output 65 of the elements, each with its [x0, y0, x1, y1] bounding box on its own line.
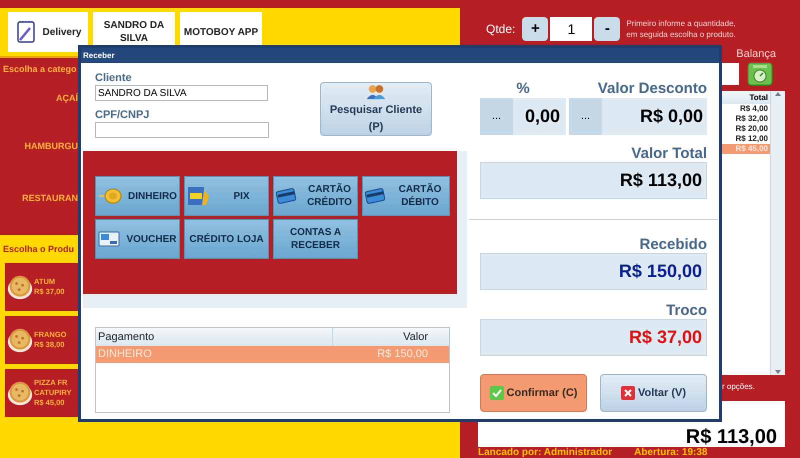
category-button[interactable]: AÇAÍ	[56, 92, 78, 106]
payment-method-button[interactable]: PIX	[184, 176, 269, 216]
tab-button[interactable]: Delivery	[8, 12, 88, 52]
total-field: R$ 113,00	[480, 162, 707, 199]
opening-time-text: Abertura: 19:38	[634, 447, 708, 458]
pizza-icon	[7, 326, 33, 352]
pix-logo-icon	[187, 184, 211, 208]
card-icon	[365, 187, 387, 205]
hint-text: Primeiro informe a quantidade, em seguida escolha o produto.	[626, 18, 736, 40]
client-field[interactable]: SANDRO DA SILVA	[95, 85, 268, 101]
increase-button[interactable]: +	[522, 16, 548, 41]
section-heading: Escolha o Produ	[2, 243, 74, 256]
category-button[interactable]: RESTAURAN	[22, 192, 78, 206]
field-label: Troco	[665, 302, 707, 319]
quantity-field[interactable]: 1	[550, 16, 592, 41]
more-button[interactable]: ...	[569, 98, 602, 135]
section-heading: Escolha a catego	[2, 63, 77, 76]
table-cell[interactable]: R$ 4,00	[722, 104, 770, 114]
payment-method-button[interactable]: CARTÃO CRÉDITO	[273, 176, 358, 216]
table-cell[interactable]: R$ 12,00	[722, 134, 770, 144]
field-label: Recebido	[638, 236, 707, 253]
more-button[interactable]: ...	[480, 98, 513, 135]
scale-icon[interactable]	[747, 62, 773, 86]
card-icon	[276, 187, 298, 205]
notepad-pencil-icon	[14, 20, 37, 44]
payment-method-button[interactable]: CONTAS A RECEBER	[273, 219, 358, 259]
voucher-icon	[98, 230, 120, 248]
table-cell[interactable]: R$ 20,00	[722, 124, 770, 134]
table-cell[interactable]: R$ 32,00	[722, 114, 770, 124]
column-header: Total	[722, 91, 770, 104]
scrollbar[interactable]	[83, 294, 467, 308]
launched-by-text: Lancado por: Administrador	[478, 447, 612, 458]
scrollbar[interactable]	[457, 151, 467, 294]
hint-text: r opções.	[722, 381, 756, 394]
field-label: Cliente	[95, 72, 133, 85]
payment-method-button[interactable]: VOUCHER	[95, 219, 180, 259]
field-label: CPF/CNPJ	[95, 109, 150, 122]
field-label: Valor Total	[630, 145, 707, 162]
payment-method-button[interactable]: CARTÃO DÉBITO	[362, 176, 450, 216]
coin-icon	[98, 188, 122, 204]
percent-field[interactable]: ... 0,00	[480, 98, 566, 135]
people-icon	[364, 83, 388, 100]
pizza-icon	[7, 274, 33, 300]
search-client-button[interactable]: Pesquisar Cliente (P)	[320, 82, 432, 136]
category-button[interactable]: HAMBURGU	[24, 140, 78, 154]
document-field[interactable]	[95, 122, 269, 138]
scroll-down-icon[interactable]	[774, 369, 782, 376]
decrease-button[interactable]: -	[594, 16, 620, 41]
confirm-button[interactable]: Confirmar (C)	[480, 374, 587, 412]
quantity-label: Qtde:	[486, 20, 516, 38]
payment-method-button[interactable]: CRÉDITO LOJA	[184, 219, 269, 259]
check-icon	[490, 386, 504, 400]
back-button[interactable]: Voltar (V)	[600, 374, 707, 412]
column-header: Valor	[402, 330, 429, 345]
received-field[interactable]: R$ 150,00	[480, 253, 707, 290]
window-title: Receber	[83, 50, 115, 62]
field-label: %	[515, 80, 531, 97]
pizza-icon	[7, 380, 33, 406]
payment-method-button[interactable]: DINHEIRO	[95, 176, 180, 216]
change-field: R$ 37,00	[480, 319, 707, 356]
scroll-up-icon[interactable]	[774, 91, 782, 98]
scale-label: Balança	[736, 46, 776, 62]
close-icon	[620, 386, 635, 400]
discount-field[interactable]: ... R$ 0,00	[569, 98, 707, 135]
field-label: Valor Desconto	[596, 80, 707, 97]
